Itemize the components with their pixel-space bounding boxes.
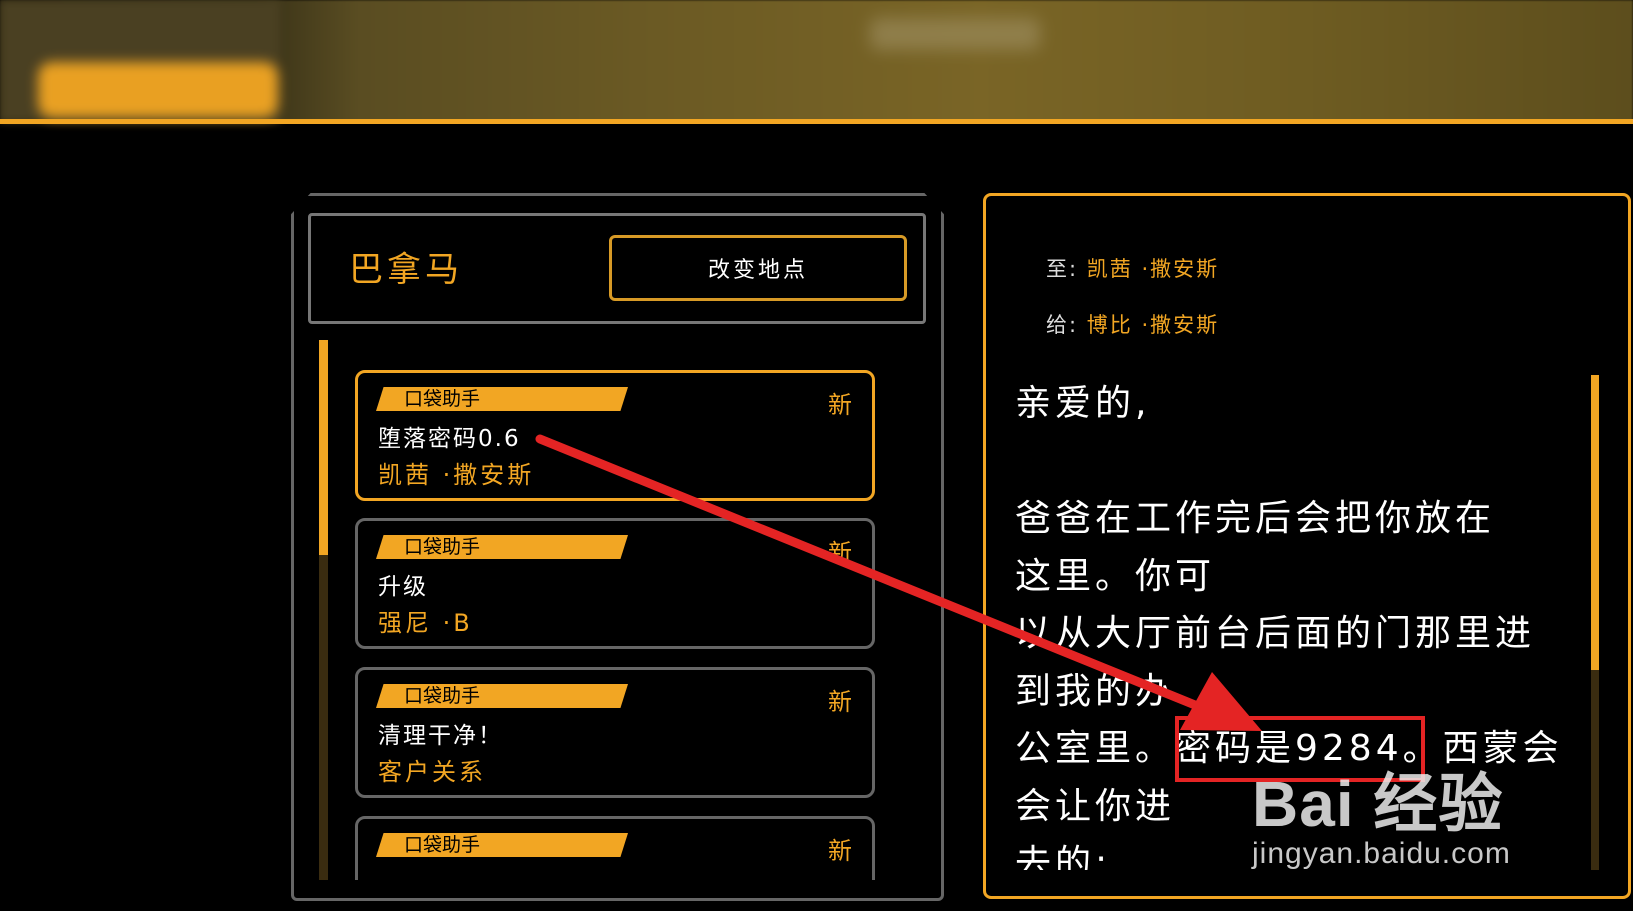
watermark-url: jingyan.baidu.com — [1252, 837, 1511, 870]
baidu-watermark: Bai 经验 jingyan.baidu.com — [1252, 772, 1511, 872]
watermark-logo: Bai 经验 — [1252, 768, 1504, 840]
